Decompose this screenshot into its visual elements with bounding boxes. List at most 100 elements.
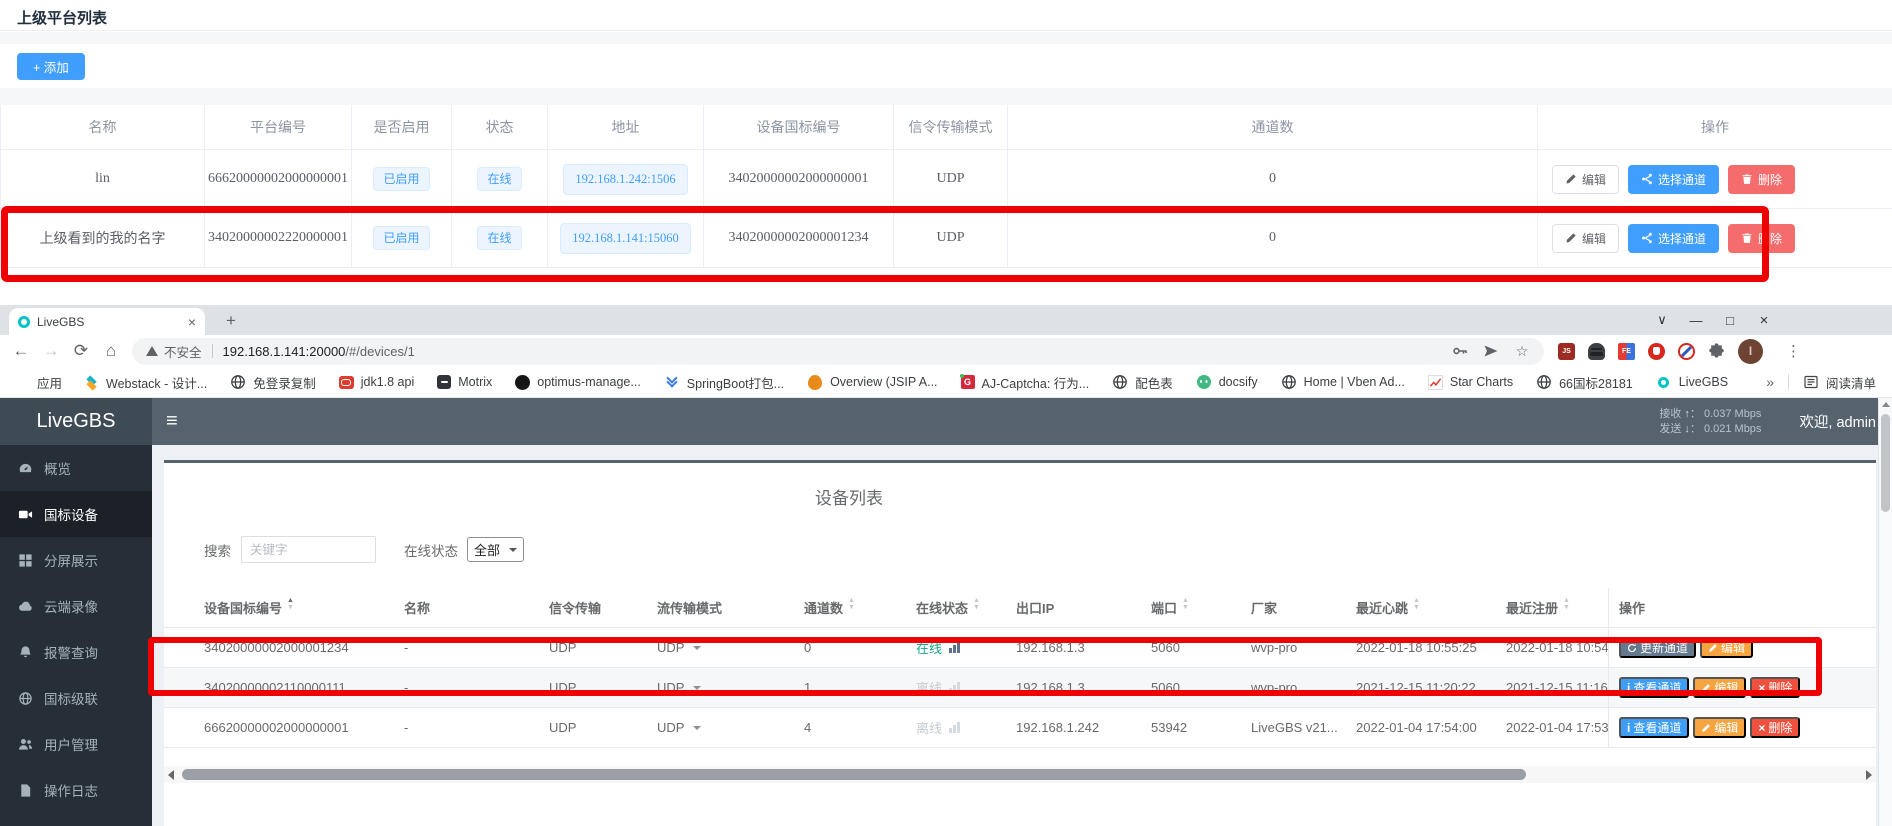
- blocker-extension-icon[interactable]: [1678, 343, 1695, 360]
- delete-button[interactable]: 删除: [1728, 165, 1795, 194]
- app-logo: LiveGBS: [0, 398, 152, 445]
- reading-list-button[interactable]: 阅读清单: [1803, 373, 1876, 392]
- address-bar[interactable]: 不安全 192.168.1.141:20000 /#/devices/1 ☆: [132, 338, 1544, 365]
- sidebar-item-split-screen[interactable]: 分屏展示: [0, 537, 152, 583]
- select-channel-button[interactable]: 选择通道: [1628, 224, 1719, 253]
- horizontal-scrollbar-thumb[interactable]: [182, 769, 1526, 780]
- bookmark-motrix[interactable]: Motrix: [437, 375, 492, 389]
- chevron-down-icon[interactable]: ∨: [1652, 312, 1672, 328]
- grid-icon: [18, 553, 33, 568]
- header-online-status[interactable]: 在线状态▲▼: [916, 598, 1016, 617]
- back-button[interactable]: ←: [6, 341, 36, 361]
- sidebar-item-alarm-query[interactable]: 报警查询: [0, 629, 152, 675]
- enabled-badge: 已启用: [373, 167, 429, 191]
- edit-device-button[interactable]: 编辑: [1700, 637, 1753, 658]
- vertical-scrollbar[interactable]: [1878, 398, 1892, 826]
- scroll-up-arrow[interactable]: [1882, 402, 1890, 407]
- update-channels-button[interactable]: 更新通道: [1619, 637, 1696, 658]
- sidebar-item-gb-devices[interactable]: 国标设备: [0, 491, 152, 537]
- fe-extension-icon[interactable]: FE: [1618, 343, 1635, 360]
- send-to-device-icon[interactable]: [1483, 343, 1499, 359]
- status-badge: 在线: [477, 226, 521, 250]
- new-tab-button[interactable]: +: [219, 309, 243, 333]
- adblock-hand-icon[interactable]: [1648, 343, 1665, 360]
- device-gb-id: 34020000002000001234: [704, 209, 894, 267]
- bookmark-docsify[interactable]: docsify: [1196, 374, 1258, 390]
- stream-mode-select[interactable]: UDP: [657, 640, 804, 655]
- delete-device-button[interactable]: ×删除: [1750, 677, 1800, 698]
- home-button[interactable]: ⌂: [96, 341, 126, 361]
- stream-mode-select[interactable]: UDP: [657, 680, 804, 695]
- traffic-chart-icon[interactable]: [949, 722, 960, 733]
- view-channels-button[interactable]: i查看通道: [1619, 717, 1689, 738]
- header-port[interactable]: 端口▲▼: [1151, 598, 1251, 617]
- header-gb-id[interactable]: 设备国标编号▲▼: [204, 598, 404, 617]
- security-label[interactable]: 不安全: [164, 342, 202, 361]
- js-extension-icon[interactable]: JS: [1558, 343, 1575, 360]
- stream-mode-select[interactable]: UDP: [657, 720, 804, 735]
- tab-close-icon[interactable]: ×: [188, 315, 196, 329]
- divider: [0, 88, 1892, 105]
- edit-button[interactable]: 编辑: [1552, 165, 1619, 194]
- sidebar-item-gb-cascade[interactable]: 国标级联: [0, 675, 152, 721]
- maximize-button[interactable]: □: [1720, 313, 1740, 328]
- sidebar-item-cloud-recording[interactable]: 云端录像: [0, 583, 152, 629]
- browser-tab-livegbs[interactable]: LiveGBS ×: [9, 308, 205, 335]
- minimize-button[interactable]: —: [1686, 313, 1706, 328]
- bookmarks-overflow-button[interactable]: »: [1766, 374, 1774, 390]
- delete-device-button[interactable]: ×删除: [1750, 717, 1800, 738]
- close-window-button[interactable]: ×: [1754, 312, 1774, 329]
- add-platform-button[interactable]: + 添加: [17, 53, 85, 80]
- hamburger-menu-icon[interactable]: ≡: [166, 410, 178, 433]
- bookmark-overview-jsip[interactable]: Overview (JSIP A...: [807, 374, 937, 390]
- header-channels[interactable]: 通道数▲▼: [804, 598, 916, 617]
- sidebar-item-overview[interactable]: 概览: [0, 445, 152, 491]
- edit-button[interactable]: 编辑: [1552, 224, 1619, 253]
- scroll-left-arrow[interactable]: [168, 770, 174, 780]
- browser-menu-icon[interactable]: ⋮: [1786, 342, 1801, 360]
- bookmark-color-table[interactable]: 配色表: [1112, 373, 1173, 392]
- bookmark-star-charts[interactable]: Star Charts: [1428, 375, 1513, 390]
- browser-avatar[interactable]: I: [1738, 339, 1763, 364]
- bookmark-star-icon[interactable]: ☆: [1514, 343, 1530, 359]
- bookmark-apps[interactable]: 应用: [14, 373, 62, 392]
- port: 53942: [1151, 720, 1251, 735]
- egress-ip: 192.168.1.3: [1016, 680, 1151, 695]
- reload-button[interactable]: ⟳: [66, 341, 96, 361]
- bookmark-aj-captcha[interactable]: GAJ-Captcha: 行为...: [961, 373, 1090, 392]
- bookmark-webstack[interactable]: Webstack - 设计...: [85, 373, 207, 392]
- extensions-puzzle-icon[interactable]: [1708, 343, 1725, 360]
- bookmark-gb28181[interactable]: 66国标28181: [1536, 373, 1633, 392]
- bookmark-optimus[interactable]: optimus-manage...: [515, 375, 641, 390]
- traffic-chart-icon[interactable]: [949, 682, 960, 693]
- bookmark-copy-free[interactable]: 免登录复制: [230, 373, 316, 392]
- orange-dot-icon: [808, 375, 822, 390]
- header-heartbeat[interactable]: 最近心跳▲▼: [1356, 598, 1506, 617]
- search-input[interactable]: [241, 536, 376, 563]
- bookmark-livegbs[interactable]: LiveGBS: [1656, 374, 1728, 390]
- sidebar-item-operation-log[interactable]: 操作日志: [0, 767, 152, 813]
- traffic-chart-icon[interactable]: [949, 642, 960, 653]
- view-channels-button[interactable]: i查看通道: [1619, 677, 1689, 698]
- password-key-icon[interactable]: [1452, 343, 1468, 359]
- bookmark-jdk-api[interactable]: jdk1.8 api: [339, 375, 415, 389]
- horizontal-scrollbar[interactable]: [164, 766, 1876, 783]
- edit-device-button[interactable]: 编辑: [1693, 717, 1746, 738]
- livegbs-icon: [1658, 377, 1669, 388]
- scroll-right-arrow[interactable]: [1866, 770, 1872, 780]
- forward-button[interactable]: →: [36, 341, 66, 361]
- incognito-extension-icon[interactable]: [1588, 343, 1605, 360]
- sort-icon: ▲▼: [848, 601, 855, 614]
- edit-device-button[interactable]: 编辑: [1693, 677, 1746, 698]
- vertical-scrollbar-thumb[interactable]: [1881, 414, 1890, 512]
- bookmark-springboot[interactable]: SpringBoot打包...: [664, 373, 784, 392]
- bookmark-vben[interactable]: Home | Vben Ad...: [1281, 374, 1405, 390]
- online-status-select[interactable]: 全部: [467, 537, 524, 562]
- delete-button[interactable]: 删除: [1728, 224, 1795, 253]
- captcha-icon: G: [961, 375, 975, 389]
- sidebar-item-basic-config[interactable]: 基础配置: [0, 813, 152, 826]
- online-status: 离线: [916, 678, 942, 697]
- select-channel-button[interactable]: 选择通道: [1628, 165, 1719, 194]
- col-address: 地址: [548, 105, 704, 149]
- sidebar-item-user-management[interactable]: 用户管理: [0, 721, 152, 767]
